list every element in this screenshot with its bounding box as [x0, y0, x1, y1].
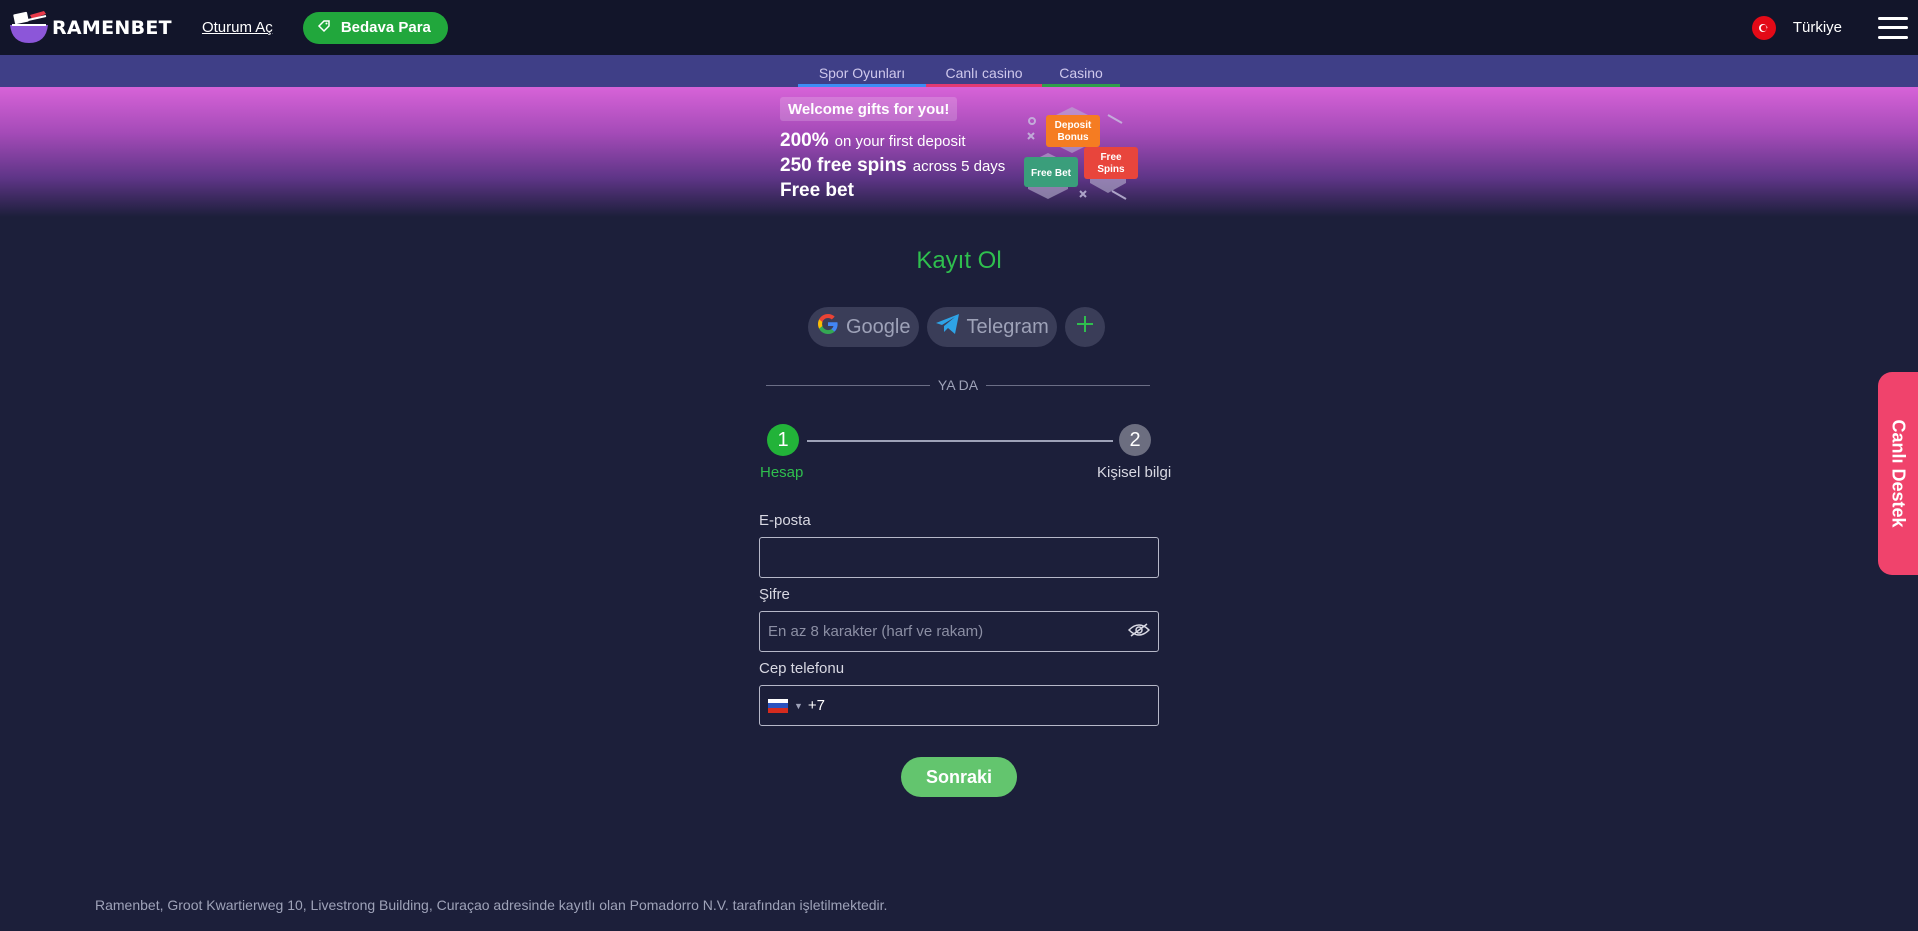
- social-login-row: Google Telegram: [808, 307, 1105, 347]
- step-1-label: Hesap: [760, 464, 804, 481]
- free-money-button[interactable]: Bedava Para: [302, 11, 448, 44]
- next-button[interactable]: Sonraki: [901, 757, 1017, 797]
- tag-spins-line1: Free: [1100, 152, 1122, 163]
- banner-line2-bold: 250 free spins: [780, 155, 907, 176]
- category-tabs: Spor Oyunları Canlı casino Casino: [0, 55, 1918, 87]
- google-label: Google: [846, 315, 911, 338]
- banner-line-freebet: Free bet: [780, 180, 854, 202]
- google-login-button[interactable]: Google: [808, 307, 919, 347]
- country-selector[interactable]: Türkiye: [1793, 19, 1842, 36]
- tag-deposit-line2: Bonus: [1057, 132, 1089, 143]
- telegram-icon: [935, 313, 961, 341]
- logo[interactable]: RAMENBET: [8, 8, 172, 48]
- chevron-down-icon[interactable]: ▼: [794, 701, 803, 711]
- banner-line1-text: on your first deposit: [834, 133, 966, 150]
- free-money-label: Bedava Para: [340, 19, 431, 36]
- footer-legal-text: Ramenbet, Groot Kwartierweg 10, Livestro…: [95, 897, 888, 913]
- phone-field[interactable]: ▼ +7: [759, 685, 1159, 726]
- turkey-flag-icon[interactable]: [1751, 15, 1776, 40]
- telegram-label: Telegram: [966, 315, 1049, 338]
- more-login-options-button[interactable]: [1064, 307, 1105, 347]
- google-icon: [816, 312, 840, 342]
- banner-line-deposit: 200% on your first deposit: [780, 130, 966, 152]
- tag-deposit-line1: Deposit: [1055, 120, 1092, 131]
- banner-line1-bold: 200%: [780, 130, 829, 151]
- password-label: Şifre: [759, 586, 790, 603]
- top-header: RAMENBET Oturum Aç Bedava Para Türkiye: [0, 0, 1918, 55]
- step-2-label: Kişisel bilgi: [1097, 464, 1172, 481]
- step-1-indicator: 1: [767, 424, 799, 456]
- page-title: Kayıt Ol: [916, 247, 1002, 274]
- russia-flag-icon[interactable]: [768, 698, 788, 713]
- logo-text: RAMENBET: [52, 16, 172, 39]
- banner-line-spins: 250 free spins across 5 days: [780, 155, 1005, 177]
- or-divider: YA DA: [766, 376, 1151, 394]
- gift-tag-icon: [317, 19, 331, 37]
- bonus-tags-illustration: Deposit Bonus Free Bet Free Spins: [1020, 103, 1140, 203]
- tab-sports-label: Spor Oyunları: [818, 65, 906, 81]
- password-placeholder: En az 8 karakter (harf ve rakam): [768, 623, 984, 640]
- registration-stepper: 1 2 Hesap Kişisel bilgi: [760, 424, 1176, 484]
- tab-casino-label: Casino: [1059, 65, 1103, 81]
- welcome-banner[interactable]: Welcome gifts for you! 200% on your first…: [0, 87, 1918, 217]
- dial-code: +7: [807, 697, 826, 714]
- eye-hidden-icon[interactable]: [1127, 622, 1151, 642]
- banner-line3-bold: Free bet: [780, 180, 854, 201]
- email-label: E-posta: [759, 512, 811, 529]
- password-field[interactable]: En az 8 karakter (harf ve rakam): [759, 611, 1159, 652]
- tab-sports[interactable]: Spor Oyunları: [798, 65, 926, 87]
- menu-icon[interactable]: [1878, 16, 1908, 39]
- tag-spins-line2: Spins: [1097, 164, 1125, 175]
- welcome-heading: Welcome gifts for you!: [780, 97, 958, 121]
- step-2-indicator: 2: [1119, 424, 1151, 456]
- telegram-login-button[interactable]: Telegram: [926, 307, 1057, 347]
- phone-label: Cep telefonu: [759, 660, 845, 677]
- tab-casino[interactable]: Casino: [1042, 65, 1120, 87]
- tag-freebet: Free Bet: [1031, 168, 1072, 179]
- login-link[interactable]: Oturum Aç: [202, 19, 273, 36]
- tab-live-casino-label: Canlı casino: [945, 65, 1023, 81]
- ramen-bowl-icon: [8, 10, 50, 45]
- or-divider-text: YA DA: [937, 377, 979, 393]
- plus-icon: [1075, 314, 1095, 340]
- live-support-tab[interactable]: Canlı Destek: [1878, 372, 1918, 575]
- tab-live-casino[interactable]: Canlı casino: [926, 65, 1042, 87]
- email-field[interactable]: [759, 537, 1159, 578]
- live-support-label: Canlı Destek: [1888, 419, 1909, 528]
- step-connector: [807, 440, 1113, 442]
- banner-line2-text: across 5 days: [912, 158, 1006, 175]
